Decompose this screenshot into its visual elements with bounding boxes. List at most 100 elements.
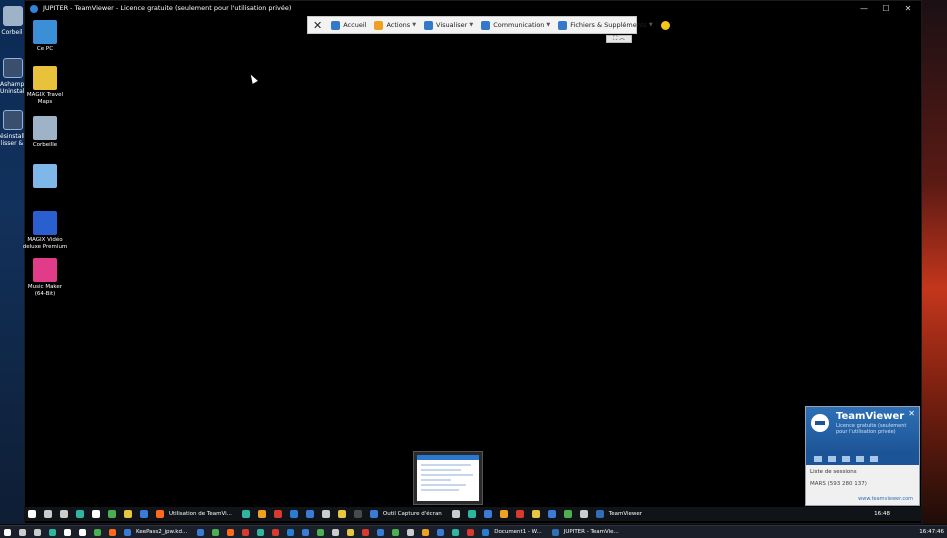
taskbar-button[interactable] — [328, 528, 343, 536]
taskbar-button[interactable] — [270, 510, 286, 518]
taskbar-button[interactable] — [496, 510, 512, 518]
screenshot-thumbnail[interactable] — [413, 451, 483, 505]
local-clock[interactable]: 16:47:46 — [919, 526, 944, 538]
taskbar-button[interactable]: JUPITER - TeamVie... — [548, 528, 625, 536]
taskbar-button[interactable] — [373, 528, 388, 536]
taskbar-button[interactable] — [238, 510, 254, 518]
maximize-button[interactable]: ☐ — [875, 1, 897, 16]
taskbar-button[interactable] — [88, 510, 104, 518]
taskbar-button[interactable] — [343, 528, 358, 536]
toolbar-close-button[interactable]: ✕ — [308, 16, 327, 34]
taskbar-button[interactable] — [283, 528, 298, 536]
session-list-header[interactable]: Liste de sessions — [810, 469, 915, 475]
taskbar-button[interactable] — [254, 510, 270, 518]
whiteboard-icon[interactable] — [870, 456, 878, 462]
video-icon[interactable] — [814, 456, 822, 462]
taskbar-button[interactable] — [253, 528, 268, 536]
files-icon[interactable] — [856, 456, 864, 462]
taskbar-button[interactable] — [350, 510, 366, 518]
teamviewer-link[interactable]: www.teamviewer.com — [858, 496, 913, 502]
desktop-icon-label: Corbeille — [32, 142, 58, 148]
taskbar-button[interactable] — [24, 510, 40, 518]
taskbar-button[interactable]: Outil Capture d'écran — [366, 510, 448, 518]
taskbar-button[interactable] — [268, 528, 283, 536]
session-row[interactable]: MARS (593 280 137) — [810, 481, 915, 487]
toolbar-communicationbutton[interactable]: Communication ▼ — [477, 16, 554, 34]
taskbar-button[interactable] — [528, 510, 544, 518]
minimize-button[interactable]: — — [853, 1, 875, 16]
taskbar-button[interactable] — [105, 528, 120, 536]
taskbar-button[interactable] — [15, 528, 30, 536]
taskbar-button[interactable] — [512, 510, 528, 518]
taskbar-button[interactable] — [60, 528, 75, 536]
panel-close-button[interactable]: ✕ — [908, 409, 915, 418]
taskbar-button[interactable] — [448, 528, 463, 536]
close-button[interactable]: ✕ — [897, 1, 919, 16]
toolbar-visualiserbutton[interactable]: Visualiser ▼ — [420, 16, 477, 34]
taskbar-button[interactable] — [120, 510, 136, 518]
taskbar-button[interactable] — [358, 528, 373, 536]
taskbar-button[interactable] — [90, 528, 105, 536]
taskbar-button[interactable] — [298, 528, 313, 536]
chat-icon[interactable] — [842, 456, 850, 462]
window-titlebar[interactable]: JUPITER - TeamViewer - Licence gratuite … — [25, 1, 921, 16]
app-icon — [347, 528, 355, 536]
taskbar-button[interactable] — [318, 510, 334, 518]
taskbar-button[interactable] — [30, 528, 45, 536]
taskbar-button[interactable] — [480, 510, 496, 518]
taskbar-button[interactable] — [302, 510, 318, 518]
toolbar-accueilbutton[interactable]: Accueil — [327, 16, 370, 34]
taskbar-button[interactable] — [448, 510, 464, 518]
taskbar-button[interactable]: Document1 - W... — [478, 528, 548, 536]
task-view-icon — [34, 528, 41, 536]
phone-icon[interactable] — [828, 456, 836, 462]
taskbar-button[interactable] — [56, 510, 72, 518]
taskbar-button[interactable] — [388, 528, 403, 536]
taskbar-button[interactable] — [560, 510, 576, 518]
taskbar-button[interactable] — [418, 528, 433, 536]
taskbar-button[interactable] — [104, 510, 120, 518]
taskbar-button[interactable] — [193, 528, 208, 536]
taskbar-button[interactable] — [544, 510, 560, 518]
taskbar-button[interactable]: Utilisation de TeamVi... — [152, 510, 238, 518]
toolbar-actionsbutton[interactable]: Actions ▼ — [370, 16, 420, 34]
taskbar-button[interactable] — [334, 510, 350, 518]
taskbar-button[interactable] — [208, 528, 223, 536]
desktop-icon[interactable]: MAGIX Vidéo deluxe Premium — [22, 211, 68, 250]
taskbar-button[interactable]: KeePass2_jpw.kd... — [120, 528, 193, 536]
files-icon — [558, 20, 568, 30]
taskbar-button[interactable] — [464, 510, 480, 518]
desktop-icon[interactable]: Corbeille — [22, 116, 68, 149]
desktop-icon[interactable]: Ce PC — [22, 20, 68, 53]
taskbar-button[interactable] — [45, 528, 60, 536]
taskbar-label: KeePass2_jpw.kd... — [136, 529, 188, 535]
taskbar-button[interactable] — [75, 528, 90, 536]
taskbar-button[interactable] — [0, 528, 15, 536]
taskbar-button[interactable] — [40, 510, 56, 518]
taskbar-button[interactable]: TeamViewer — [592, 510, 648, 518]
taskbar-button[interactable] — [72, 510, 88, 518]
desktop-icon[interactable]: Music Maker (64-Bit) — [22, 258, 68, 297]
taskbar-button[interactable] — [136, 510, 152, 518]
taskbar-button[interactable] — [286, 510, 302, 518]
app-icon — [140, 510, 148, 518]
taskbar-button[interactable] — [576, 510, 592, 518]
desktop-icon[interactable]: MAGIX Travel Maps — [22, 66, 68, 105]
taskbar-button[interactable] — [433, 528, 448, 536]
toolbar-fichiers-suppl-mentsbutton[interactable]: Fichiers & Suppléments ▼ — [554, 16, 656, 34]
app-icon — [321, 510, 330, 518]
recycle-bin-icon[interactable] — [3, 6, 23, 26]
panel-header: TeamViewer Licence gratuite (seulement p… — [806, 407, 919, 453]
taskbar-button[interactable] — [223, 528, 238, 536]
remote-clock[interactable]: 16:48 — [874, 507, 890, 521]
taskbar-button[interactable] — [238, 528, 253, 536]
uninstaller-icon[interactable] — [3, 58, 23, 78]
app-icon — [467, 510, 476, 518]
taskbar-button[interactable] — [313, 528, 328, 536]
toolbar-sub-controls[interactable]: ⛶ ︿ — [606, 35, 632, 43]
desktop-icon[interactable] — [22, 164, 68, 190]
uninstaller-icon[interactable] — [3, 110, 23, 130]
smiley-icon[interactable] — [657, 16, 677, 34]
taskbar-button[interactable] — [463, 528, 478, 536]
taskbar-button[interactable] — [403, 528, 418, 536]
